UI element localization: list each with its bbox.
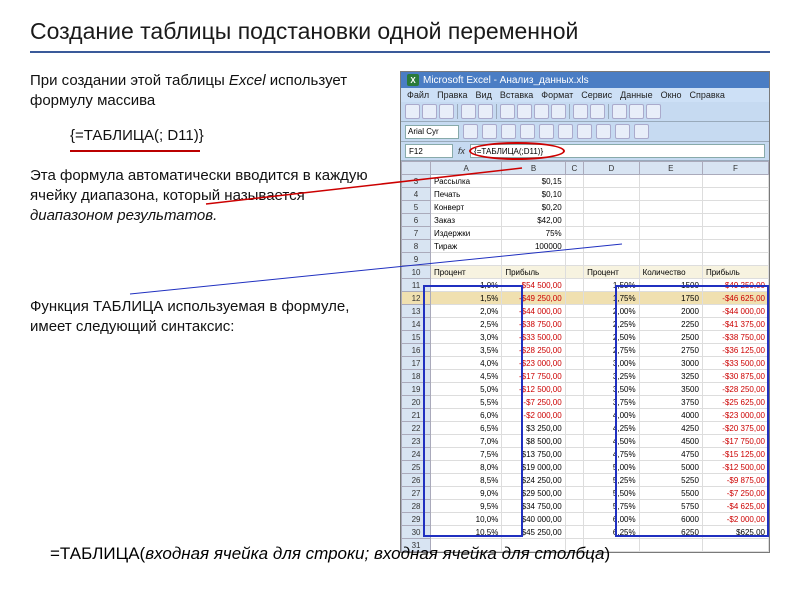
syntax-b: ): [604, 544, 610, 563]
row-header[interactable]: 22: [402, 422, 431, 435]
toolbar-button[interactable]: [551, 104, 566, 119]
para-2a: Эта формула автоматически вводится в каж…: [30, 167, 368, 204]
excel-titlebar: X Microsoft Excel - Анализ_данных.xls: [401, 72, 769, 88]
title-underline: [30, 51, 770, 53]
toolbar-button[interactable]: [422, 104, 437, 119]
toolbar-button[interactable]: [629, 104, 644, 119]
toolbar-button[interactable]: [590, 104, 605, 119]
para-1a: При создании этой таблицы: [30, 72, 229, 89]
name-box[interactable]: F12: [405, 144, 453, 158]
font-selector[interactable]: Arial Cyr: [405, 125, 459, 139]
syntax-a: =ТАБЛИЦА(: [50, 544, 145, 563]
excel-icon: X: [407, 74, 419, 86]
toolbar-button[interactable]: [500, 104, 515, 119]
menu-item[interactable]: Окно: [661, 90, 682, 100]
row-header[interactable]: 27: [402, 487, 431, 500]
toolbar-button[interactable]: [577, 124, 592, 139]
menu-item[interactable]: Вид: [476, 90, 492, 100]
row-header[interactable]: 5: [402, 201, 431, 214]
toolbar-button[interactable]: [463, 124, 478, 139]
menu-item[interactable]: Сервис: [581, 90, 612, 100]
excel-title-text: Microsoft Excel - Анализ_данных.xls: [423, 75, 589, 86]
formula-bar-text: {=ТАБЛИЦА(;D11)}: [474, 147, 543, 156]
row-header[interactable]: 4: [402, 188, 431, 201]
menu-item[interactable]: Справка: [690, 90, 725, 100]
col-header[interactable]: E: [639, 162, 702, 175]
toolbar-button[interactable]: [646, 104, 661, 119]
row-header[interactable]: 26: [402, 474, 431, 487]
toolbar-button[interactable]: [461, 104, 476, 119]
row-header[interactable]: 12: [402, 292, 431, 305]
row-header[interactable]: 28: [402, 500, 431, 513]
row-header[interactable]: 29: [402, 513, 431, 526]
menu-item[interactable]: Вставка: [500, 90, 533, 100]
row-header[interactable]: 14: [402, 318, 431, 331]
para-3: Функция ТАБЛИЦА используемая в формуле, …: [30, 297, 390, 338]
col-header[interactable]: B: [502, 162, 565, 175]
row-header[interactable]: 24: [402, 448, 431, 461]
row-header[interactable]: 21: [402, 409, 431, 422]
toolbar-button[interactable]: [517, 104, 532, 119]
row-header[interactable]: 8: [402, 240, 431, 253]
para-2: Эта формула автоматически вводится в каж…: [30, 166, 390, 227]
col-header[interactable]: A: [431, 162, 502, 175]
col-header[interactable]: F: [702, 162, 768, 175]
menu-item[interactable]: Файл: [407, 90, 429, 100]
row-header[interactable]: 19: [402, 383, 431, 396]
para-1-em: Excel: [229, 72, 266, 89]
formula-bar[interactable]: {=ТАБЛИЦА(;D11)}: [470, 144, 765, 158]
fx-icon[interactable]: fx: [455, 146, 468, 156]
toolbar-button[interactable]: [534, 104, 549, 119]
row-header[interactable]: 23: [402, 435, 431, 448]
row-header[interactable]: 16: [402, 344, 431, 357]
formula-underline: [70, 150, 200, 152]
syntax-line: =ТАБЛИЦА(входная ячейка для строки; вход…: [50, 544, 610, 564]
toolbar-button[interactable]: [573, 104, 588, 119]
toolbar-button[interactable]: [501, 124, 516, 139]
row-header[interactable]: 7: [402, 227, 431, 240]
row-header[interactable]: 6: [402, 214, 431, 227]
menu-bar[interactable]: Файл Правка Вид Вставка Формат Сервис Данные Ок…: [401, 88, 769, 102]
row-header[interactable]: 30: [402, 526, 431, 539]
standard-toolbar[interactable]: [401, 102, 769, 122]
toolbar-button[interactable]: [520, 124, 535, 139]
formula-row: F12 fx {=ТАБЛИЦА(;D11)}: [401, 142, 769, 161]
row-header[interactable]: 15: [402, 331, 431, 344]
para-1: При создании этой таблицы Excel использу…: [30, 71, 390, 112]
row-header[interactable]: 18: [402, 370, 431, 383]
slide-title: Создание таблицы подстановки одной перем…: [0, 0, 800, 51]
row-header[interactable]: 25: [402, 461, 431, 474]
toolbar-button[interactable]: [615, 124, 630, 139]
menu-item[interactable]: Формат: [541, 90, 573, 100]
toolbar-button[interactable]: [439, 104, 454, 119]
para-2-em: диапазоном результатов.: [30, 207, 217, 224]
format-toolbar[interactable]: Arial Cyr: [401, 122, 769, 142]
text-column: При создании этой таблицы Excel использу…: [30, 71, 390, 553]
spreadsheet-grid[interactable]: ABCDEF3Рассылка$0,154Печать$0,105Конверт…: [401, 161, 769, 552]
row-header[interactable]: 11: [402, 279, 431, 292]
toolbar-button[interactable]: [539, 124, 554, 139]
toolbar-button[interactable]: [612, 104, 627, 119]
toolbar-button[interactable]: [482, 124, 497, 139]
toolbar-button[interactable]: [558, 124, 573, 139]
row-header[interactable]: 13: [402, 305, 431, 318]
menu-item[interactable]: Данные: [620, 90, 653, 100]
excel-window: X Microsoft Excel - Анализ_данных.xls Фа…: [400, 71, 770, 553]
menu-item[interactable]: Правка: [437, 90, 467, 100]
col-header[interactable]: D: [584, 162, 639, 175]
toolbar-button[interactable]: [634, 124, 649, 139]
toolbar-button[interactable]: [405, 104, 420, 119]
syntax-em: входная ячейка для строки; входная ячейк…: [145, 544, 604, 563]
row-header[interactable]: 3: [402, 175, 431, 188]
array-formula: {=ТАБЛИЦА(; D11)}: [30, 126, 390, 146]
toolbar-button[interactable]: [478, 104, 493, 119]
row-header[interactable]: 20: [402, 396, 431, 409]
row-header[interactable]: 17: [402, 357, 431, 370]
col-header[interactable]: C: [565, 162, 583, 175]
toolbar-button[interactable]: [596, 124, 611, 139]
